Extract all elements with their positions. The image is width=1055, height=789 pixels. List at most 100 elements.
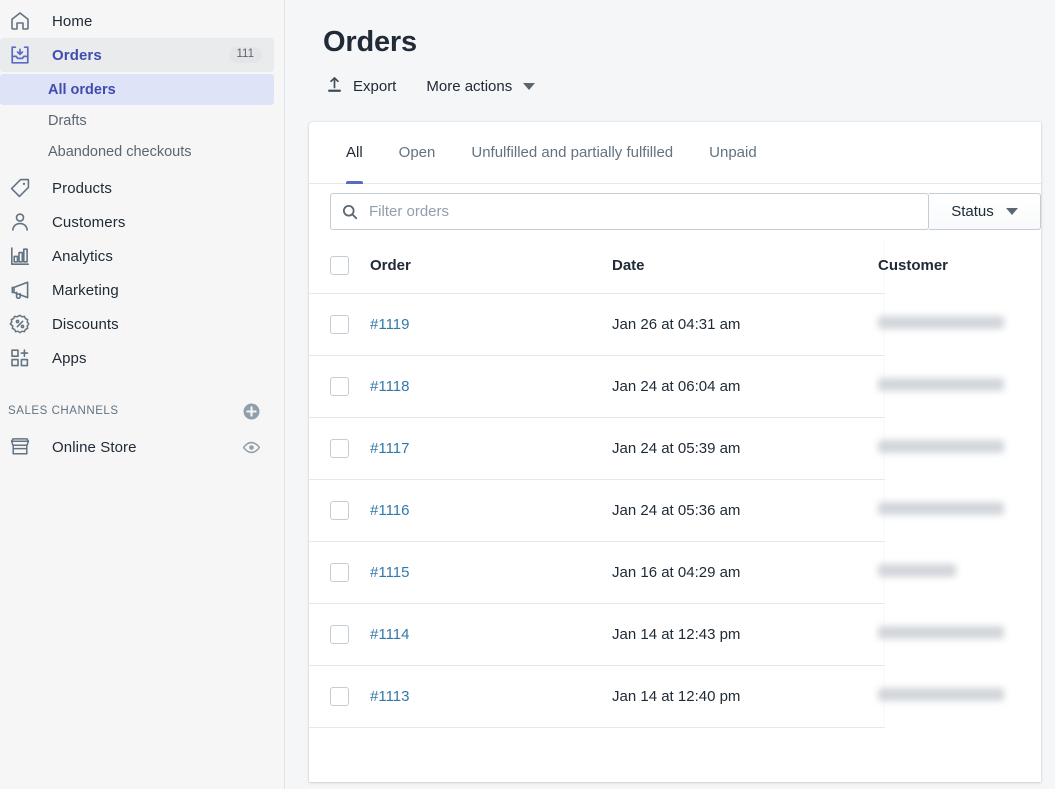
order-link[interactable]: #1114 bbox=[370, 626, 410, 643]
sidebar-item-discounts[interactable]: Discounts bbox=[0, 307, 274, 341]
orders-card: All Open Unfulfilled and partially fulfi… bbox=[309, 122, 1041, 782]
search-input[interactable] bbox=[369, 203, 918, 220]
cell-date: Jan 24 at 06:04 am bbox=[612, 378, 741, 395]
order-link[interactable]: #1119 bbox=[370, 316, 410, 333]
cell-date: Jan 24 at 05:39 am bbox=[612, 440, 741, 457]
page-title: Orders bbox=[323, 26, 417, 58]
status-filter-button[interactable]: Status bbox=[929, 193, 1041, 230]
export-button[interactable]: Export bbox=[323, 71, 398, 102]
cell-order: #1117 bbox=[370, 440, 612, 458]
order-link[interactable]: #1118 bbox=[370, 378, 410, 395]
more-actions-button[interactable]: More actions bbox=[424, 74, 537, 99]
chevron-down-icon bbox=[1005, 208, 1018, 215]
sidebar-item-home[interactable]: Home bbox=[0, 4, 274, 38]
cell-date: Jan 16 at 04:29 am bbox=[612, 564, 741, 581]
sidebar-item-customers[interactable]: Customers bbox=[0, 205, 274, 239]
cell-date: Jan 14 at 12:43 pm bbox=[612, 626, 741, 643]
cell-customer bbox=[864, 439, 1041, 458]
page-actions: Export More actions bbox=[323, 71, 1055, 102]
order-link[interactable]: #1116 bbox=[370, 502, 410, 519]
cell-customer bbox=[864, 625, 1041, 644]
tab-unfulfilled-and-partially-fulfilled[interactable]: Unfulfilled and partially fulfilled bbox=[453, 122, 691, 183]
customers-person-icon bbox=[5, 209, 35, 235]
row-select-cell bbox=[330, 439, 370, 458]
row-checkbox[interactable] bbox=[330, 377, 349, 396]
search-box[interactable] bbox=[330, 193, 929, 230]
orders-tabs: All Open Unfulfilled and partially fulfi… bbox=[309, 122, 1041, 184]
export-upload-icon bbox=[325, 75, 344, 98]
order-link[interactable]: #1117 bbox=[370, 440, 410, 457]
status-label: Status bbox=[951, 203, 994, 220]
row-select-cell bbox=[330, 501, 370, 520]
sidebar-item-apps[interactable]: Apps bbox=[0, 341, 274, 375]
orders-subnav: All orders Drafts Abandoned checkouts bbox=[0, 74, 274, 167]
row-checkbox[interactable] bbox=[330, 501, 349, 520]
eye-icon[interactable] bbox=[240, 436, 262, 458]
main-content: Orders Export More actions All Open Unfu… bbox=[285, 0, 1055, 789]
cell-date: Jan 24 at 05:36 am bbox=[612, 502, 741, 519]
select-all-checkbox[interactable] bbox=[330, 255, 349, 275]
marketing-megaphone-icon bbox=[5, 277, 35, 303]
tab-label: All bbox=[346, 144, 363, 161]
sidebar-item-online-store[interactable]: Online Store bbox=[0, 429, 274, 465]
sidebar-item-label: Discounts bbox=[52, 315, 119, 333]
row-checkbox[interactable] bbox=[330, 625, 349, 644]
column-header-date[interactable]: Date bbox=[612, 257, 864, 274]
home-icon bbox=[5, 8, 35, 34]
cell-customer bbox=[864, 563, 1041, 582]
orders-count-badge: 111 bbox=[228, 46, 262, 64]
sidebar-item-analytics[interactable]: Analytics bbox=[0, 239, 274, 273]
row-select-cell bbox=[330, 563, 370, 582]
table-header-row: Order Date Customer bbox=[309, 237, 1041, 293]
sidebar-item-marketing[interactable]: Marketing bbox=[0, 273, 274, 307]
table-row[interactable]: #1119 Jan 26 at 04:31 am bbox=[309, 293, 1041, 355]
filter-bar: Status bbox=[309, 184, 1041, 237]
table-row[interactable]: #1117 Jan 24 at 05:39 am bbox=[309, 417, 1041, 479]
apps-grid-plus-icon bbox=[5, 345, 35, 371]
customer-name-redacted bbox=[878, 501, 1004, 515]
row-select-cell bbox=[330, 687, 370, 706]
cell-date: Jan 14 at 12:40 pm bbox=[612, 688, 741, 705]
row-checkbox[interactable] bbox=[330, 563, 349, 582]
table-row[interactable]: #1116 Jan 24 at 05:36 am bbox=[309, 479, 1041, 541]
sidebar-subitem-all-orders[interactable]: All orders bbox=[0, 74, 274, 105]
search-icon bbox=[341, 203, 359, 221]
column-header-customer[interactable]: Customer bbox=[864, 257, 1041, 274]
row-checkbox[interactable] bbox=[330, 439, 349, 458]
cell-customer bbox=[864, 687, 1041, 706]
tab-unpaid[interactable]: Unpaid bbox=[691, 122, 775, 183]
table-row[interactable]: #1114 Jan 14 at 12:43 pm bbox=[309, 603, 1041, 665]
cell-customer bbox=[864, 377, 1041, 396]
admin-app: Home Orders 111 All orders Drafts Abando… bbox=[0, 0, 1055, 789]
row-checkbox[interactable] bbox=[330, 687, 349, 706]
sidebar-item-orders[interactable]: Orders 111 bbox=[0, 38, 274, 72]
column-header-order[interactable]: Order bbox=[370, 257, 612, 274]
table-bottom-divider bbox=[309, 727, 1041, 731]
order-link[interactable]: #1113 bbox=[370, 688, 410, 705]
online-store-icon bbox=[5, 434, 35, 460]
row-checkbox[interactable] bbox=[330, 315, 349, 334]
sidebar-item-label: Products bbox=[52, 179, 112, 197]
cell-customer bbox=[864, 501, 1041, 520]
sidebar-item-label: Online Store bbox=[52, 438, 137, 456]
table-row[interactable]: #1118 Jan 24 at 06:04 am bbox=[309, 355, 1041, 417]
table-row[interactable]: #1115 Jan 16 at 04:29 am bbox=[309, 541, 1041, 603]
table-row[interactable]: #1113 Jan 14 at 12:40 pm bbox=[309, 665, 1041, 727]
sidebar-subitem-drafts[interactable]: Drafts bbox=[0, 105, 274, 136]
cell-order: #1116 bbox=[370, 502, 612, 520]
cell-order: #1118 bbox=[370, 378, 612, 396]
order-link[interactable]: #1115 bbox=[370, 564, 410, 581]
row-select-cell bbox=[330, 315, 370, 334]
customer-name-redacted bbox=[878, 315, 1004, 329]
cell-date: Jan 26 at 04:31 am bbox=[612, 316, 741, 333]
sidebar-subitem-abandoned-checkouts[interactable]: Abandoned checkouts bbox=[0, 136, 274, 167]
cell-order: #1113 bbox=[370, 688, 612, 706]
customer-name-redacted bbox=[878, 625, 1004, 639]
sidebar-item-label: Customers bbox=[52, 213, 126, 231]
tab-all[interactable]: All bbox=[328, 122, 381, 184]
tab-open[interactable]: Open bbox=[381, 122, 454, 183]
sidebar-item-label: Marketing bbox=[52, 281, 119, 299]
sidebar-item-products[interactable]: Products bbox=[0, 171, 274, 205]
row-select-cell bbox=[330, 625, 370, 644]
plus-circle-icon[interactable] bbox=[240, 400, 262, 422]
